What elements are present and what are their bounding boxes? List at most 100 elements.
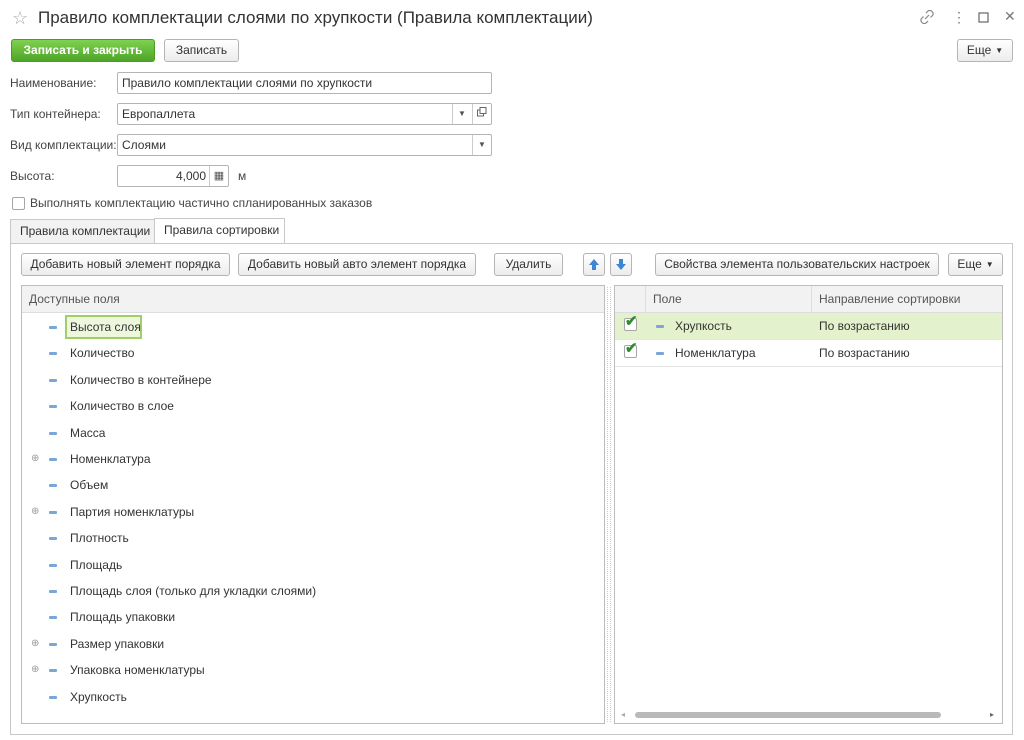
checkmark-icon: ✔	[625, 340, 638, 357]
field-icon	[49, 563, 57, 567]
container-type-label: Тип контейнера:	[10, 107, 101, 121]
available-field-label: Количество в контейнере	[70, 372, 212, 387]
scroll-right-icon[interactable]: ▸	[990, 710, 994, 719]
picking-type-value: Слоями	[122, 138, 166, 152]
more-vertical-icon[interactable]: ⋮	[952, 10, 966, 24]
field-icon	[49, 378, 57, 382]
container-type-field[interactable]: Европаллета ▼	[117, 103, 492, 125]
panel-splitter[interactable]	[607, 287, 611, 722]
field-icon	[656, 352, 664, 355]
add-order-item-button[interactable]: Добавить новый элемент порядка	[21, 253, 230, 276]
available-field-row[interactable]: Количество в контейнере	[22, 367, 604, 393]
field-icon	[49, 510, 57, 514]
available-field-label: Количество в слое	[70, 399, 174, 414]
available-field-label: Плотность	[70, 531, 129, 546]
picking-type-label: Вид комплектации:	[10, 138, 117, 152]
sort-row-checkbox[interactable]: ✔	[624, 340, 638, 358]
sort-table-row[interactable]: ✔ Хрупкость По возрастанию	[615, 313, 1002, 340]
available-field-row[interactable]: Хрупкость	[22, 684, 604, 710]
save-button[interactable]: Записать	[164, 39, 239, 62]
height-value: 4,000	[175, 169, 206, 183]
field-icon	[49, 669, 57, 673]
height-field[interactable]: 4,000 ▦	[117, 165, 229, 187]
available-field-row[interactable]: Высота слоя	[22, 314, 604, 340]
expand-icon[interactable]: ⊕	[31, 506, 39, 517]
available-field-label: Площадь упаковки	[70, 610, 176, 625]
available-field-row[interactable]: Плотность	[22, 525, 604, 551]
sort-direction-label[interactable]: По возрастанию	[819, 346, 910, 360]
available-field-row[interactable]: Объем	[22, 472, 604, 498]
available-field-label: Количество	[70, 346, 135, 361]
available-field-row[interactable]: ⊕ Упаковка номенклатуры	[22, 657, 604, 683]
available-fields-list[interactable]: Доступные поля Высота слоя Количество Коли…	[21, 285, 605, 724]
expand-icon[interactable]: ⊕	[31, 665, 39, 675]
tab-picking-rules[interactable]: Правила комплектации	[10, 219, 155, 243]
calculator-icon[interactable]: ▦	[209, 166, 228, 186]
tab-sorting-rules[interactable]: Правила сортировки	[154, 218, 285, 243]
available-field-row[interactable]: Площадь	[22, 552, 604, 578]
height-label: Высота:	[10, 169, 55, 183]
sort-table-row[interactable]: ✔ Номенклатура По возрастанию	[615, 340, 1002, 367]
arrow-up-icon	[589, 259, 599, 270]
available-field-label: Масса	[70, 425, 106, 440]
column-divider	[811, 286, 812, 312]
available-field-label: Площадь слоя (только для укладки слоями)	[70, 584, 317, 598]
more-button[interactable]: Еще ▼	[957, 39, 1013, 62]
available-field-row[interactable]: ⊕ Партия номенклатуры	[22, 499, 604, 525]
field-icon	[49, 616, 57, 620]
available-field-row[interactable]: ⊕ Размер упаковки	[22, 631, 604, 657]
picking-type-field[interactable]: Слоями ▼	[117, 134, 492, 156]
move-up-button[interactable]	[583, 253, 605, 276]
expand-icon[interactable]: ⊕	[31, 454, 39, 464]
chevron-down-icon: ▼	[985, 260, 994, 269]
sort-field-label: Номенклатура	[675, 346, 756, 360]
move-down-button[interactable]	[610, 253, 632, 276]
sort-more-button[interactable]: Еще ▼	[948, 253, 1003, 276]
add-auto-order-item-button[interactable]: Добавить новый авто элемент порядка	[238, 253, 476, 276]
available-field-row[interactable]: Масса	[22, 420, 604, 446]
maximize-icon[interactable]	[978, 11, 989, 25]
more-label: Еще	[966, 43, 992, 57]
available-field-row[interactable]: Площадь упаковки	[22, 604, 604, 630]
expand-icon[interactable]: ⊕	[31, 638, 39, 649]
name-field[interactable]: Правило комплектации слоями по хрупкости	[117, 72, 492, 94]
user-settings-properties-button[interactable]: Свойства элемента пользовательских настр…	[655, 253, 939, 276]
sort-direction-label[interactable]: По возрастанию	[819, 319, 910, 333]
available-field-label: Хрупкость	[70, 689, 127, 704]
scroll-left-icon[interactable]: ◂	[621, 710, 625, 719]
link-icon[interactable]	[920, 9, 934, 26]
column-divider	[645, 286, 646, 312]
height-unit: м	[238, 169, 247, 183]
sort-more-label: Еще	[957, 257, 982, 271]
field-icon	[49, 642, 57, 646]
favorite-star-icon[interactable]: ☆	[12, 9, 28, 27]
available-field-row[interactable]: ⊕ Номенклатура	[22, 446, 604, 472]
field-column-header[interactable]: Поле	[653, 286, 682, 312]
sort-row-checkbox[interactable]: ✔	[624, 314, 638, 331]
dropdown-icon[interactable]: ▼	[452, 104, 471, 124]
direction-column-header[interactable]: Направление сортировки	[819, 286, 960, 312]
sort-fields-table[interactable]: Поле Направление сортировки ✔ Хрупкость По…	[614, 285, 1003, 724]
field-icon	[49, 431, 57, 435]
available-field-row[interactable]: Площадь слоя (только для укладки слоями)	[22, 578, 604, 604]
partial-planned-checkbox[interactable]	[12, 197, 25, 210]
field-icon	[49, 326, 57, 329]
arrow-down-icon	[616, 259, 626, 270]
field-icon	[49, 458, 57, 461]
open-icon[interactable]	[472, 104, 491, 124]
field-icon	[49, 537, 57, 541]
available-field-row[interactable]: Количество в слое	[22, 393, 604, 419]
available-field-label: Площадь	[70, 557, 123, 572]
available-field-row[interactable]: Количество	[22, 340, 604, 366]
save-and-close-button[interactable]: Записать и закрыть	[11, 39, 155, 62]
horizontal-scrollbar[interactable]: ◂ ▸	[615, 707, 1002, 723]
available-field-label: Высота слоя	[70, 320, 141, 334]
dropdown-icon[interactable]: ▼	[472, 135, 491, 155]
field-icon	[49, 484, 57, 488]
close-icon[interactable]: ✕	[1004, 9, 1016, 23]
scrollbar-thumb[interactable]	[635, 712, 941, 718]
available-field-label: Упаковка номенклатуры	[70, 663, 205, 678]
partial-planned-label: Выполнять комплектацию частично спланиро…	[30, 196, 373, 210]
delete-button[interactable]: Удалить	[494, 253, 563, 276]
field-icon	[656, 325, 664, 328]
